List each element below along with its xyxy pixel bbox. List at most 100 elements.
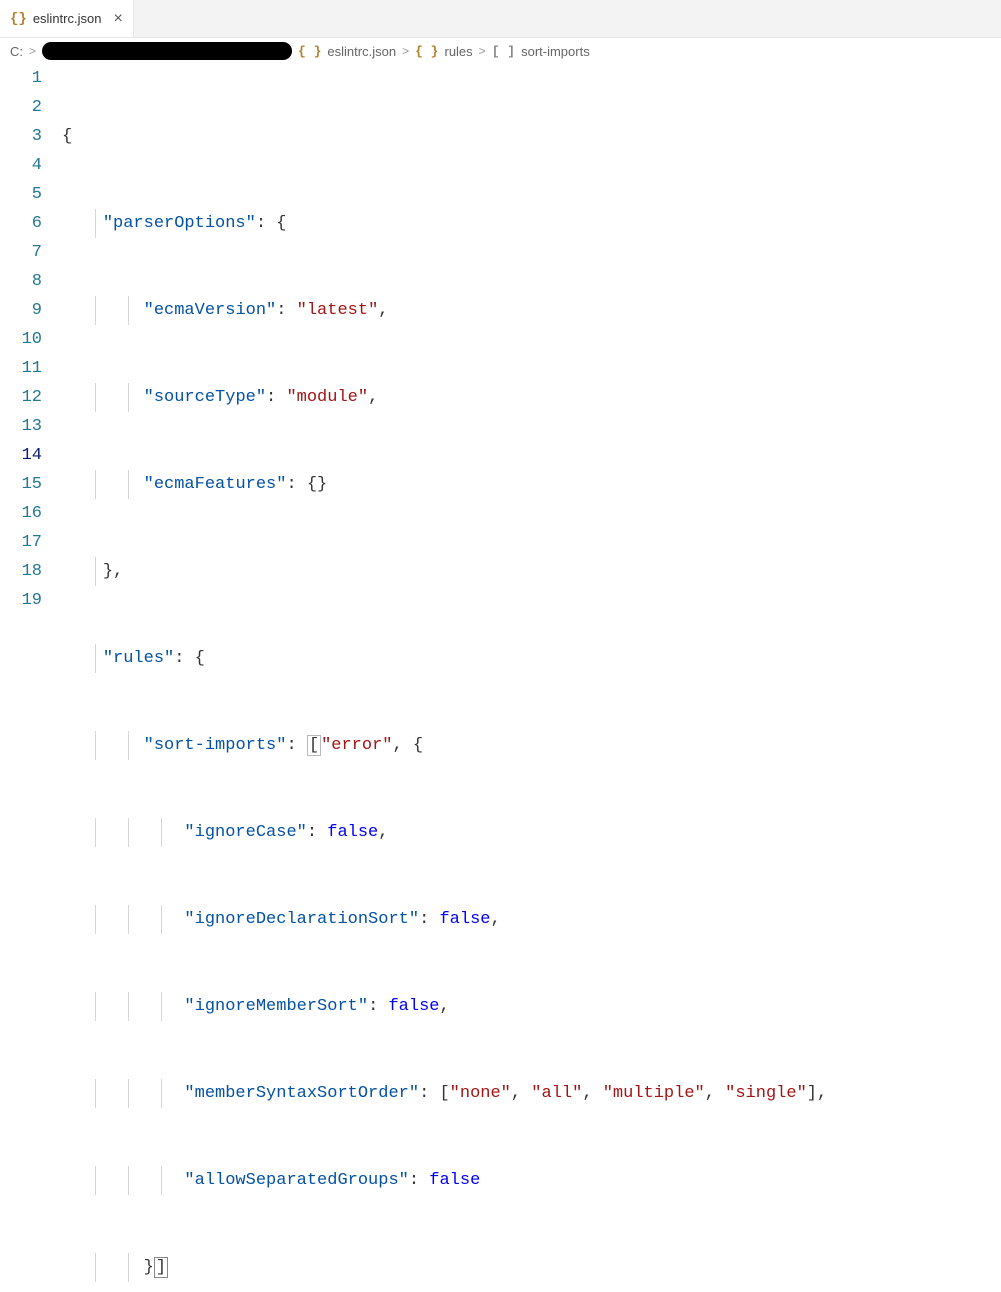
json-literal: false [439, 910, 490, 929]
colon: : [419, 910, 439, 929]
json-literal: false [429, 1171, 480, 1190]
json-file-icon: {} [10, 11, 27, 27]
comma: , [368, 388, 378, 407]
brace: } [144, 1258, 154, 1277]
tab-label: eslintrc.json [33, 11, 102, 26]
json-literal: false [388, 997, 439, 1016]
tab-bar: {} eslintrc.json × [0, 0, 1001, 38]
code-line: }] [62, 1253, 1001, 1282]
line-number: 13 [0, 412, 42, 441]
brace: } [103, 562, 113, 581]
code-line: }, [62, 557, 1001, 586]
line-number: 2 [0, 93, 42, 122]
json-key: "sourceType" [144, 388, 266, 407]
breadcrumb-drive[interactable]: C: [10, 44, 23, 59]
object-icon: { } [415, 44, 438, 59]
code-line: { [62, 122, 1001, 151]
comma: , [511, 1084, 531, 1103]
comma: , [378, 301, 388, 320]
colon: : [256, 214, 276, 233]
code-line: "allowSeparatedGroups": false [62, 1166, 1001, 1195]
colon: : [419, 1084, 439, 1103]
bracket-cursor: ] [154, 1257, 168, 1278]
close-icon[interactable]: × [113, 11, 122, 27]
line-number: 1 [0, 64, 42, 93]
code-line: "sourceType": "module", [62, 383, 1001, 412]
json-string: "latest" [297, 301, 379, 320]
code-line: "parserOptions": { [62, 209, 1001, 238]
comma: , [378, 823, 388, 842]
json-key: "ignoreMemberSort" [184, 997, 368, 1016]
line-number: 16 [0, 499, 42, 528]
line-number: 11 [0, 354, 42, 383]
json-key: "sort-imports" [144, 736, 287, 755]
code-line: "sort-imports": ["error", { [62, 731, 1001, 760]
line-number: 9 [0, 296, 42, 325]
line-number: 6 [0, 209, 42, 238]
comma: , [392, 736, 412, 755]
brace: { [276, 214, 286, 233]
json-string: "multiple" [603, 1084, 705, 1103]
code-line: "ignoreDeclarationSort": false, [62, 905, 1001, 934]
code-line: "rules": { [62, 644, 1001, 673]
code-line: "ignoreMemberSort": false, [62, 992, 1001, 1021]
json-file-icon: { } [298, 44, 321, 59]
json-literal: false [327, 823, 378, 842]
brace: { [62, 127, 72, 146]
comma: , [817, 1084, 827, 1103]
json-string: "none" [450, 1084, 511, 1103]
json-key: "rules" [103, 649, 174, 668]
line-number: 4 [0, 151, 42, 180]
comma: , [582, 1084, 602, 1103]
line-number: 19 [0, 586, 42, 615]
json-string: "all" [531, 1084, 582, 1103]
chevron-right-icon: > [479, 44, 486, 58]
breadcrumb-rules[interactable]: rules [444, 44, 472, 59]
colon: : [307, 823, 327, 842]
colon: : [286, 475, 306, 494]
code-line: "ignoreCase": false, [62, 818, 1001, 847]
line-number: 14 [0, 441, 42, 470]
chevron-right-icon: > [402, 44, 409, 58]
line-number: 7 [0, 238, 42, 267]
comma: , [439, 997, 449, 1016]
breadcrumb-sort-imports[interactable]: sort-imports [521, 44, 590, 59]
line-number: 10 [0, 325, 42, 354]
bracket: ] [807, 1084, 817, 1103]
colon: : [409, 1171, 429, 1190]
json-key: "ignoreCase" [184, 823, 306, 842]
line-number: 8 [0, 267, 42, 296]
code-area[interactable]: { "parserOptions": { "ecmaVersion": "lat… [62, 64, 1001, 1292]
array-icon: [ ] [492, 44, 515, 59]
bracket: [ [307, 735, 321, 756]
brace: { [195, 649, 205, 668]
line-number: 15 [0, 470, 42, 499]
bracket: [ [439, 1084, 449, 1103]
tab-eslintrc[interactable]: {} eslintrc.json × [0, 0, 134, 37]
breadcrumb: C: > { } eslintrc.json > { } rules > [ ]… [0, 38, 1001, 64]
colon: : [174, 649, 194, 668]
json-key: "ecmaFeatures" [144, 475, 287, 494]
json-string: "module" [286, 388, 368, 407]
code-line: "ecmaFeatures": {} [62, 470, 1001, 499]
brace: {} [307, 475, 327, 494]
colon: : [266, 388, 286, 407]
colon: : [276, 301, 296, 320]
colon: : [368, 997, 388, 1016]
code-line: "memberSyntaxSortOrder": ["none", "all",… [62, 1079, 1001, 1108]
line-number-gutter: 1 2 3 4 5 6 7 8 9 10 11 12 13 14 15 16 1… [0, 64, 62, 1292]
colon: : [286, 736, 306, 755]
code-editor[interactable]: 1 2 3 4 5 6 7 8 9 10 11 12 13 14 15 16 1… [0, 64, 1001, 1292]
brace: { [413, 736, 423, 755]
line-number: 12 [0, 383, 42, 412]
line-number: 3 [0, 122, 42, 151]
json-string: "error" [321, 736, 392, 755]
comma: , [113, 562, 123, 581]
breadcrumb-file[interactable]: eslintrc.json [327, 44, 396, 59]
json-string: "single" [725, 1084, 807, 1103]
json-key: "parserOptions" [103, 214, 256, 233]
line-number: 17 [0, 528, 42, 557]
comma: , [705, 1084, 725, 1103]
chevron-right-icon: > [29, 44, 36, 58]
code-line: "ecmaVersion": "latest", [62, 296, 1001, 325]
